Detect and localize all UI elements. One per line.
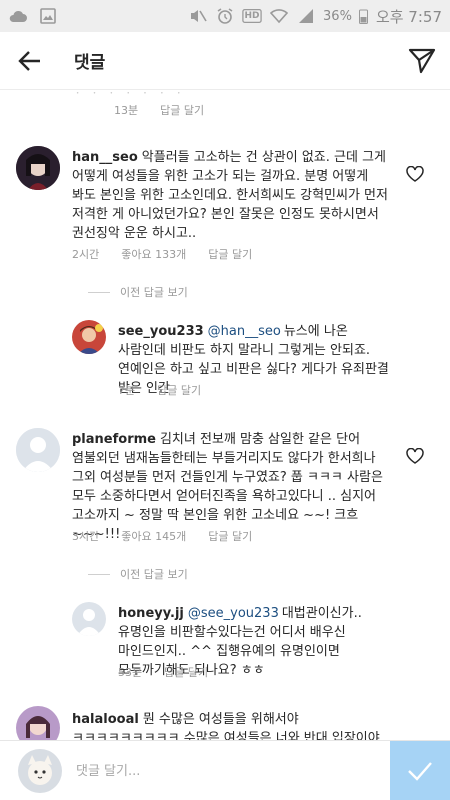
page-title: 댓글 <box>74 53 106 73</box>
post-comment-button[interactable] <box>390 741 450 800</box>
arrow-left-icon <box>18 50 40 71</box>
avatar[interactable] <box>16 706 60 740</box>
comment-username[interactable]: halalooal <box>72 712 139 727</box>
paper-plane-icon <box>408 48 436 73</box>
comment-time: 53분 <box>118 666 143 679</box>
image-icon <box>38 7 58 25</box>
view-previous-replies[interactable]: 이전 답글 보기 <box>88 566 188 582</box>
battery-icon <box>359 7 369 25</box>
truncated-text: ㆍ ㆍ ㆍ ㆍ ㆍ ㆍ ㆍ <box>72 90 186 100</box>
clock: 오후 7:57 <box>375 7 442 26</box>
reply-link[interactable]: 답글 달기 <box>160 102 204 118</box>
heart-icon <box>406 448 424 464</box>
wifi-icon <box>269 7 289 25</box>
like-button[interactable] <box>405 164 425 184</box>
back-button[interactable] <box>0 32 60 90</box>
check-icon <box>408 762 432 781</box>
avatar[interactable] <box>16 146 60 190</box>
comment-username[interactable]: planeforme <box>72 432 156 447</box>
likes-count[interactable]: 좋아요 145개 <box>121 528 186 544</box>
comment-meta: 13분 답글 달기 <box>114 102 204 118</box>
comment-composer <box>0 740 450 800</box>
mention-link[interactable]: @han__seo <box>208 324 281 339</box>
comment-username[interactable]: han__seo <box>72 150 138 165</box>
comment-username[interactable]: see_you233 <box>118 324 204 339</box>
view-previous-replies[interactable]: 이전 답글 보기 <box>88 284 188 300</box>
share-button[interactable] <box>394 32 450 90</box>
app-header: 댓글 <box>0 32 450 90</box>
comment-list[interactable]: ㆍ ㆍ ㆍ ㆍ ㆍ ㆍ ㆍ 13분 답글 달기 han__seo 악플러들 고소하… <box>0 90 450 740</box>
comment-meta: 7분 답글 달기 <box>118 382 201 398</box>
comment-time: 3시간 <box>72 530 100 543</box>
mention-link[interactable]: @see_you233 <box>188 606 279 621</box>
cloud-icon <box>8 7 28 25</box>
avatar[interactable] <box>16 428 60 472</box>
avatar[interactable] <box>72 320 106 354</box>
like-button[interactable] <box>405 446 425 466</box>
reply-link[interactable]: 답글 달기 <box>164 664 208 680</box>
signal-icon <box>296 7 316 25</box>
comment-time: 13분 <box>114 104 139 117</box>
status-bar: HD 36% 오후 7:57 <box>0 0 450 32</box>
likes-count[interactable]: 좋아요 133개 <box>121 246 186 262</box>
comment-input[interactable] <box>76 751 366 791</box>
reply-link[interactable]: 답글 달기 <box>208 246 252 262</box>
comment-meta: 53분 답글 달기 <box>118 664 208 680</box>
alarm-icon <box>215 7 235 25</box>
avatar <box>18 749 62 793</box>
comment-meta: 3시간 좋아요 145개 답글 달기 <box>72 528 252 544</box>
avatar[interactable] <box>72 602 106 636</box>
reply-link[interactable]: 답글 달기 <box>157 382 201 398</box>
comment-time: 7분 <box>118 384 136 397</box>
comment-username[interactable]: honeyy.jj <box>118 606 184 621</box>
reply-link[interactable]: 답글 달기 <box>208 528 252 544</box>
mute-icon <box>188 7 208 25</box>
heart-icon <box>406 166 424 182</box>
comment-meta: 2시간 좋아요 133개 답글 달기 <box>72 246 252 262</box>
battery-level: 36% <box>323 8 352 24</box>
hd-icon: HD <box>242 9 262 23</box>
comment-time: 2시간 <box>72 248 100 261</box>
comment-text: 김치녀 전보깨 맘충 삼일한 같은 단어 염불외던 냄재놈들한테는 부들거리지도… <box>72 432 383 542</box>
